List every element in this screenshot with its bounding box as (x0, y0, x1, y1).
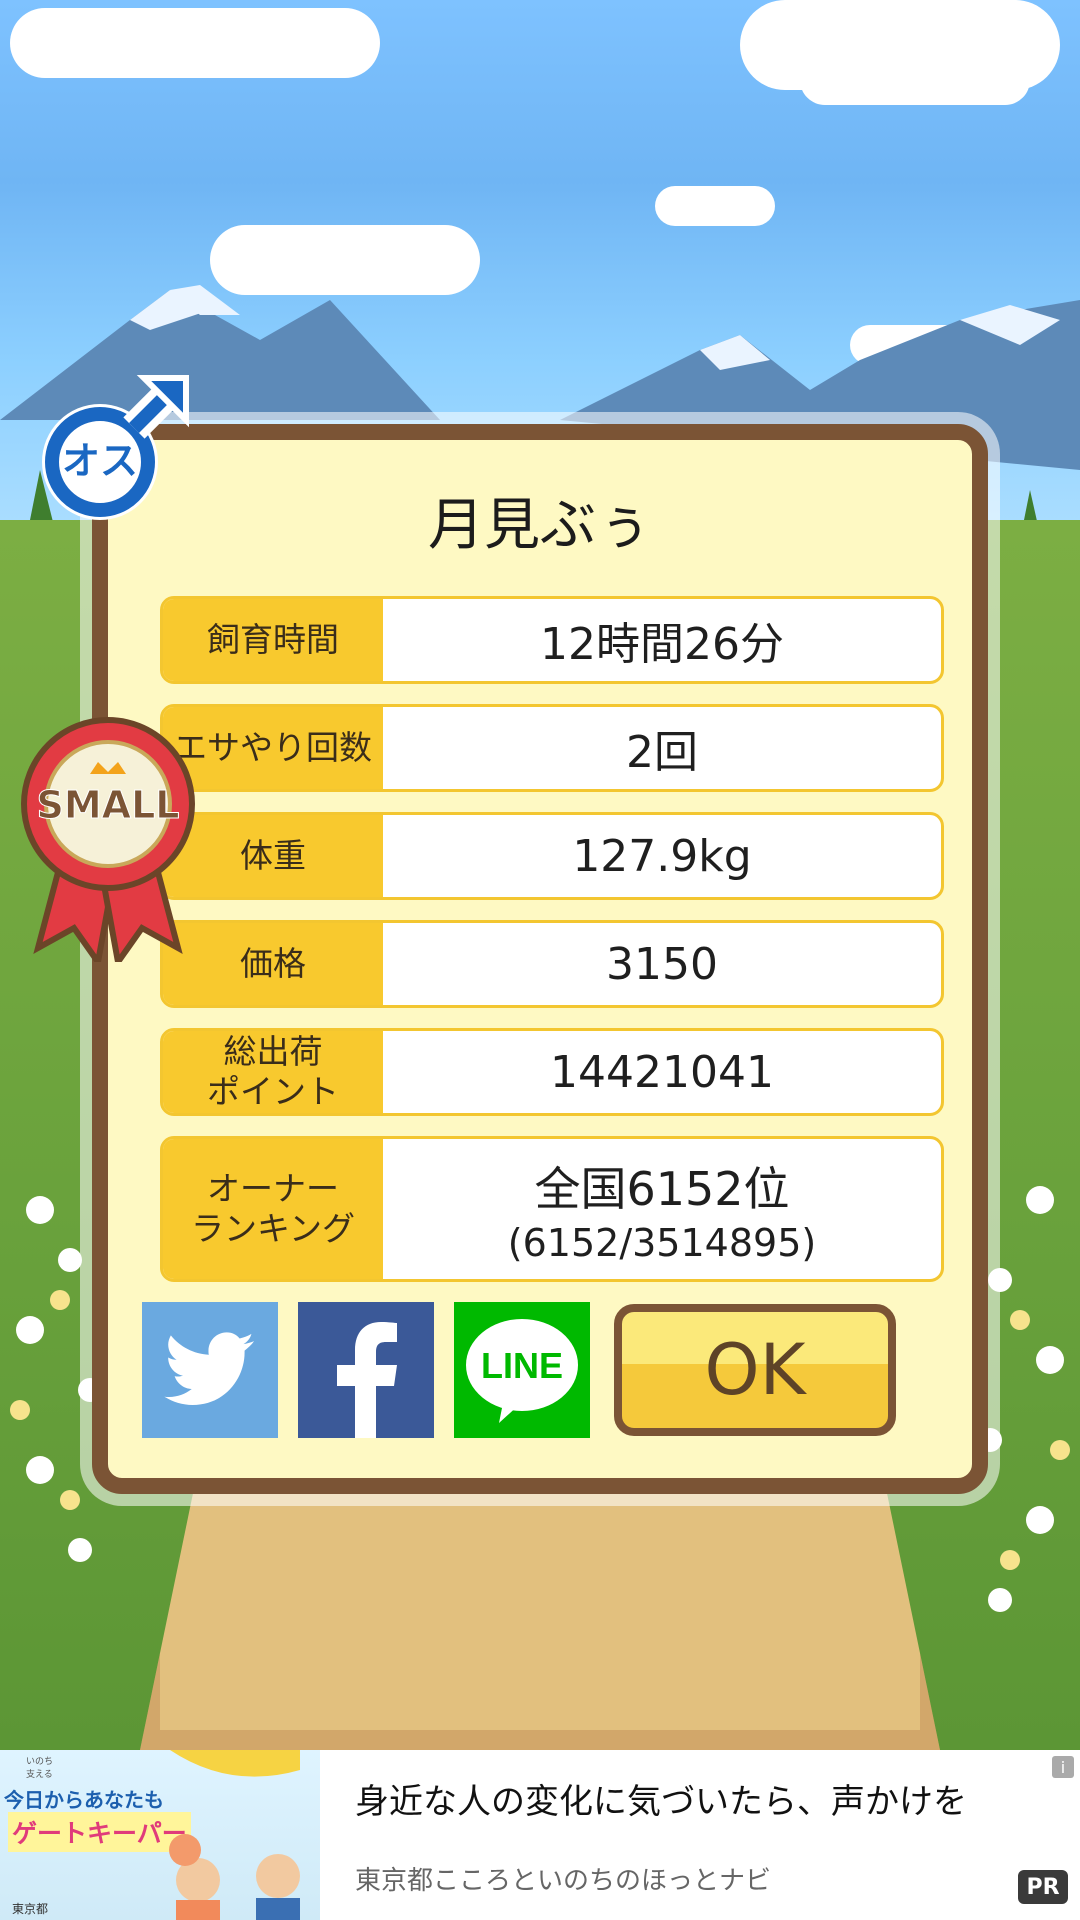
pet-name: 月見ぶぅ (428, 493, 652, 558)
ad-banner[interactable]: いのち 支える 今日からあなたも ゲートキーパー 東京都 身近な人の変化に気づい… (0, 1750, 1080, 1920)
stat-value: 127.9kg (572, 830, 752, 882)
stat-value: 2回 (626, 727, 698, 778)
stat-row-feed-count: エサやり回数 2回 (160, 704, 944, 792)
stat-row-price: 価格 3150 (160, 920, 944, 1008)
stat-label: 飼育時間 (163, 599, 383, 681)
size-ribbon-badge: SMALL (18, 712, 198, 970)
twitter-bird-icon (164, 1332, 255, 1405)
stat-label: 総出荷 ポイント (163, 1031, 383, 1113)
size-text: SMALL (36, 783, 179, 827)
ad-advertiser: 東京都こころといのちのほっとナビ (355, 1866, 772, 1896)
ranking-line1: 全国6152位 (534, 1162, 790, 1216)
gender-text: オス (62, 439, 138, 483)
ad-info-icon[interactable]: i (1052, 1756, 1074, 1778)
facebook-f-icon (337, 1322, 397, 1438)
stat-value: 12時間26分 (540, 619, 784, 670)
line-logo-icon: LINE (466, 1319, 578, 1423)
stat-value: 14421041 (550, 1046, 774, 1098)
ad-title[interactable]: 身近な人の変化に気づいたら、声かけを (355, 1774, 967, 1823)
ranking-value: 全国6152位 (6152/3514895) (383, 1139, 941, 1279)
male-symbol-icon: オス (42, 375, 189, 520)
stat-row-shipment-points: 総出荷 ポイント 14421041 (160, 1028, 944, 1116)
ok-button[interactable]: OK (614, 1304, 896, 1436)
stat-row-weight: 体重 127.9kg (160, 812, 944, 900)
ad-illustration (169, 1750, 300, 1920)
ribbon-medal-icon: SMALL (21, 717, 195, 970)
ad-pr-label: PR (1018, 1870, 1068, 1904)
stat-value: 3150 (606, 938, 718, 990)
stat-label: オーナー ランキング (163, 1139, 383, 1279)
line-logo-text: LINE (481, 1345, 563, 1386)
male-gender-badge: オス (36, 370, 196, 530)
ad-image[interactable]: いのち 支える 今日からあなたも ゲートキーパー 東京都 (0, 1750, 320, 1920)
stat-row-raising-time: 飼育時間 12時間26分 (160, 596, 944, 684)
line-share-button[interactable]: LINE (454, 1302, 590, 1438)
twitter-share-button[interactable] (142, 1302, 278, 1438)
stat-row-owner-ranking: オーナー ランキング 全国6152位 (6152/3514895) (160, 1136, 944, 1282)
facebook-share-button[interactable] (298, 1302, 434, 1438)
ranking-line2: (6152/3514895) (507, 1221, 817, 1265)
